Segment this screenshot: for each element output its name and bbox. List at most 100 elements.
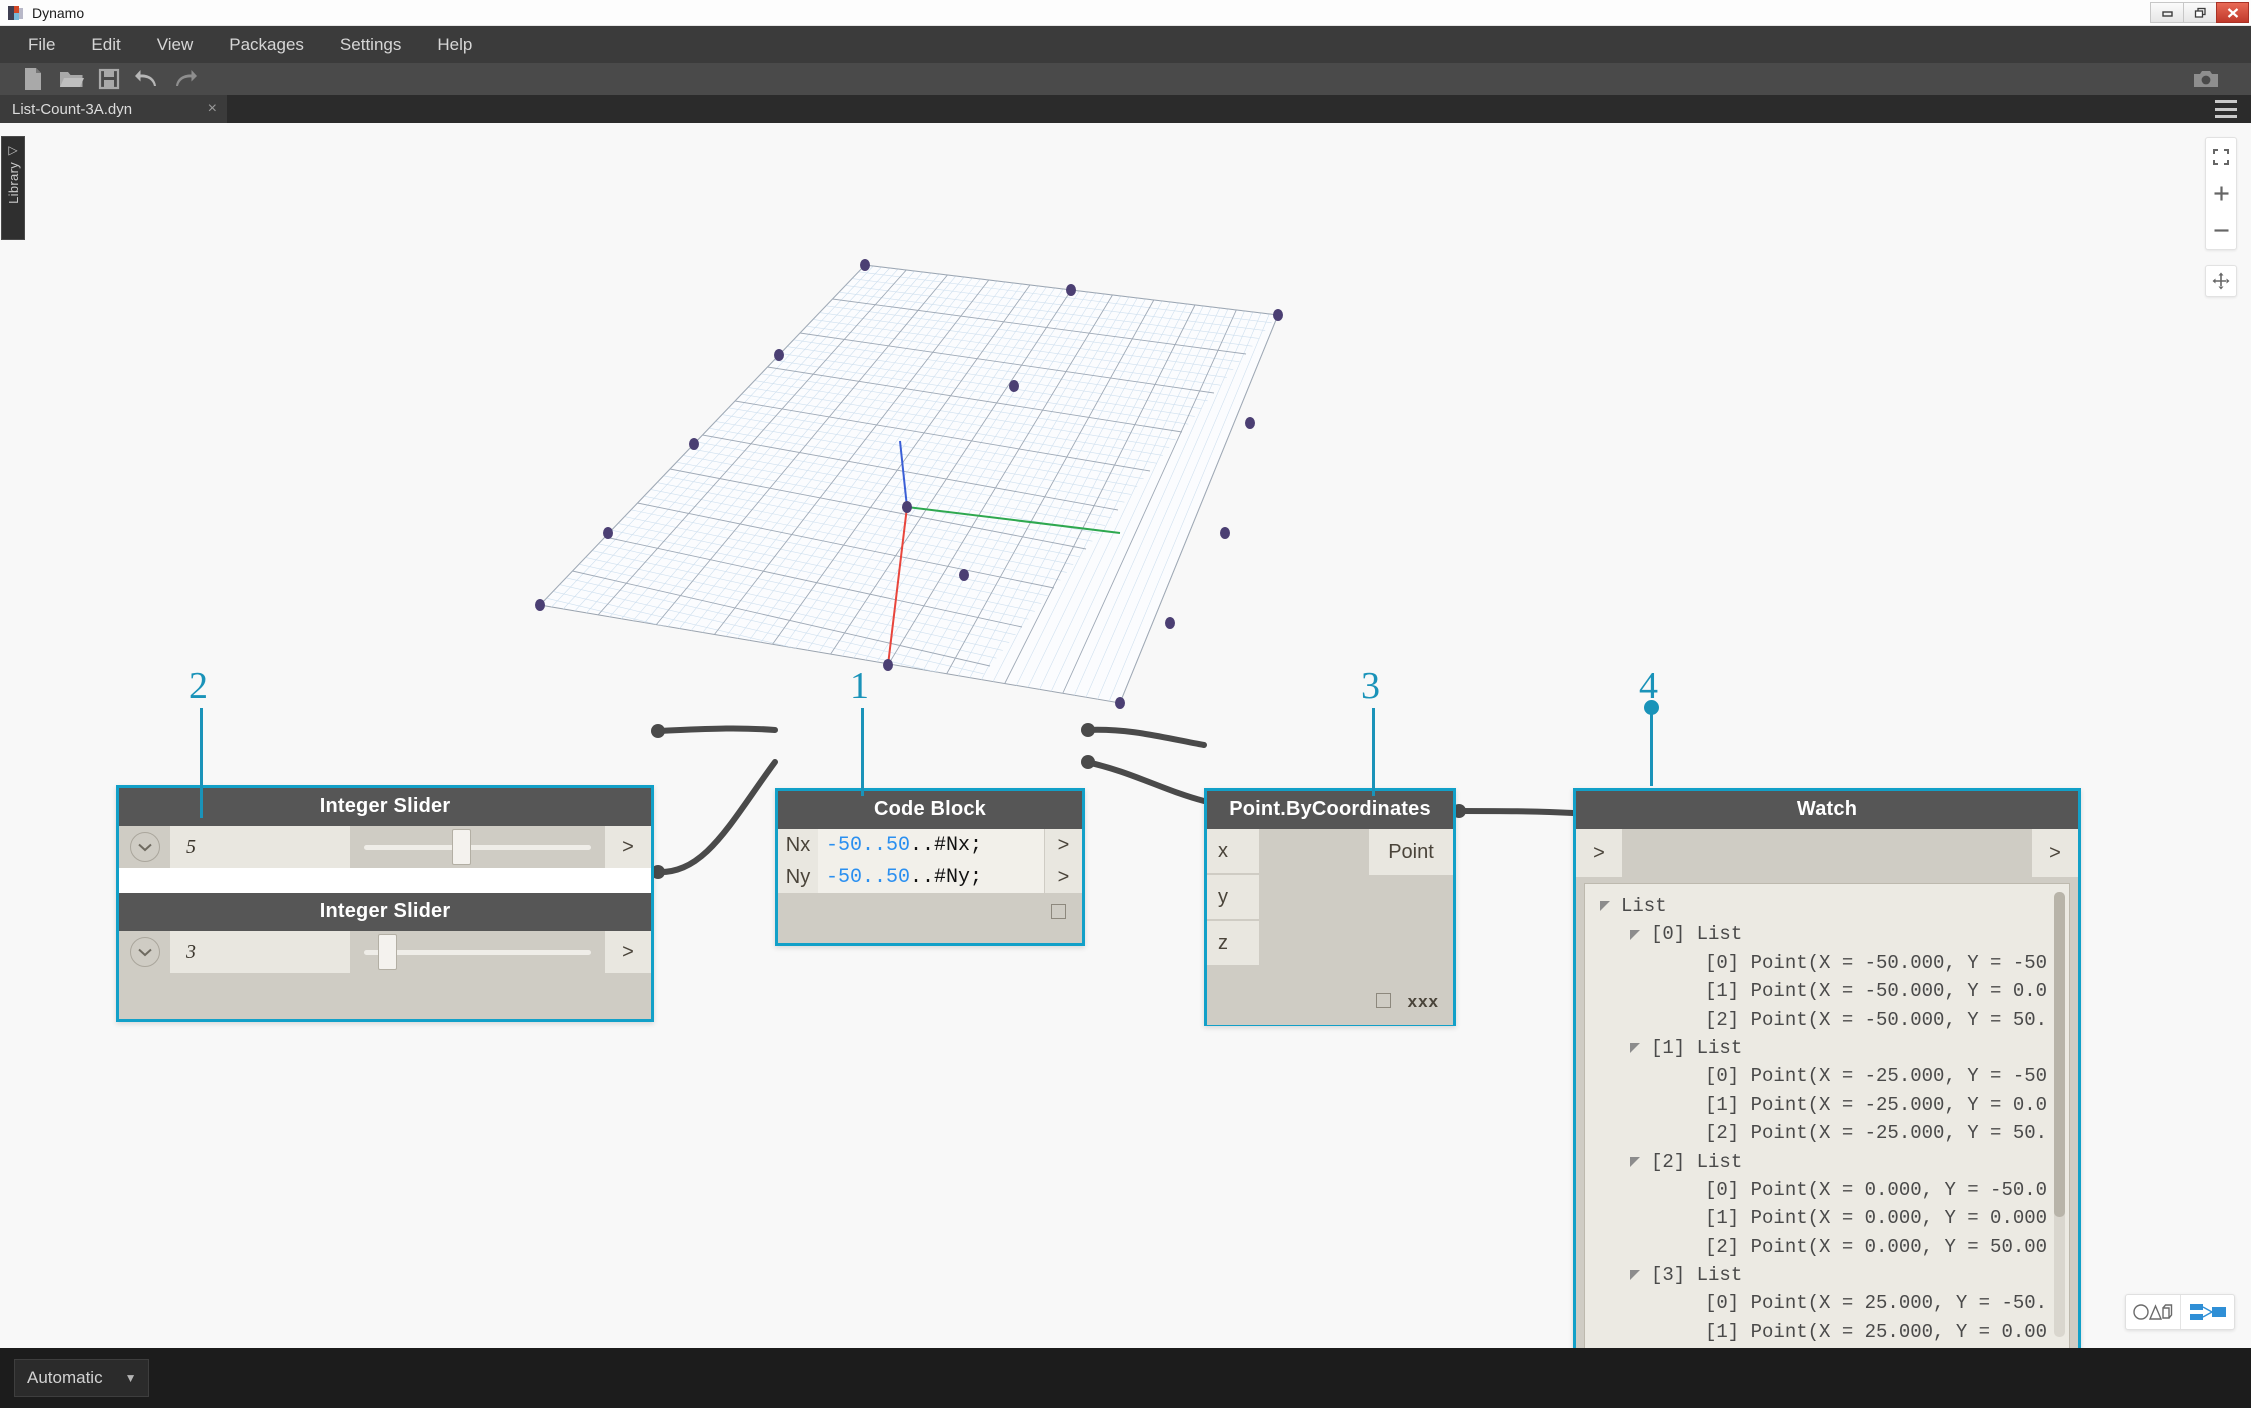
tree-collapse-arrow-icon[interactable] bbox=[1629, 928, 1643, 942]
run-mode-select[interactable]: Automatic ▼ bbox=[14, 1359, 150, 1397]
lacing-square-icon[interactable] bbox=[1051, 904, 1066, 919]
watch-ports-row: > > bbox=[1576, 829, 2078, 877]
integer-slider-1-value[interactable]: 5 bbox=[170, 826, 350, 868]
redo-icon[interactable] bbox=[166, 64, 204, 94]
code-block-output-ny[interactable]: > bbox=[1044, 861, 1082, 893]
graph-view-icon[interactable] bbox=[2180, 1295, 2234, 1329]
watch-tree-row[interactable]: [1] Point(X = -25.000, Y = 0.0 bbox=[1585, 1091, 2069, 1119]
watch-tree-row[interactable]: [2] Point(X = 0.000, Y = 50.00 bbox=[1585, 1233, 2069, 1261]
integer-slider-2-value[interactable]: 3 bbox=[170, 931, 350, 973]
watch-tree-row-label: [1] Point(X = -25.000, Y = 0.0 bbox=[1705, 1093, 2048, 1116]
menu-item-edit[interactable]: Edit bbox=[73, 31, 138, 59]
menu-item-view[interactable]: View bbox=[139, 31, 212, 59]
code-block-row-ny: Ny -50..50 ..#Ny; > bbox=[778, 861, 1082, 893]
watch-output-port[interactable]: > bbox=[2032, 829, 2078, 877]
code-block-node[interactable]: Code Block Nx -50..50 ..#Nx; > Ny -50..50… bbox=[775, 788, 1085, 946]
watch-tree-row[interactable]: [0] Point(X = 25.000, Y = -50. bbox=[1585, 1289, 2069, 1317]
integer-slider-group-node[interactable]: Integer Slider 5 > Integer Slider 3 > bbox=[116, 785, 654, 1022]
point-input-z[interactable]: z bbox=[1207, 921, 1259, 967]
zoom-in-button[interactable] bbox=[2205, 175, 2237, 212]
point-input-x[interactable]: x bbox=[1207, 829, 1259, 875]
code-block-row-nx: Nx -50..50 ..#Nx; > bbox=[778, 829, 1082, 861]
code-block-input-nx[interactable]: Nx bbox=[778, 829, 818, 861]
geometry-view-icon[interactable] bbox=[2126, 1295, 2180, 1329]
watch-result-panel[interactable]: List [0] List [0] Point(X = -50.000, Y = -… bbox=[1584, 883, 2070, 1348]
tree-collapse-arrow-icon[interactable] bbox=[1629, 1268, 1643, 1282]
code-block-footer bbox=[778, 893, 1082, 931]
watch-tree-row[interactable]: [1] Point(X = 25.000, Y = 0.00 bbox=[1585, 1318, 2069, 1346]
integer-slider-1[interactable]: Integer Slider 5 > bbox=[119, 788, 651, 868]
watch-tree-row[interactable]: [0] Point(X = 0.000, Y = -50.0 bbox=[1585, 1176, 2069, 1204]
tree-collapse-arrow-icon[interactable] bbox=[1599, 899, 1613, 913]
integer-slider-1-output-port[interactable]: > bbox=[605, 826, 651, 868]
fit-to-screen-icon[interactable] bbox=[2205, 138, 2237, 175]
open-folder-icon[interactable] bbox=[52, 64, 90, 94]
new-file-icon[interactable] bbox=[14, 64, 52, 94]
close-button[interactable] bbox=[2216, 2, 2249, 23]
hamburger-menu-icon[interactable] bbox=[2215, 100, 2237, 118]
watch-tree-row[interactable]: [3] List bbox=[1585, 1261, 2069, 1289]
tree-collapse-arrow-icon[interactable] bbox=[1629, 1041, 1643, 1055]
point-node-center: Point bbox=[1259, 829, 1453, 979]
watch-input-port[interactable]: > bbox=[1576, 829, 1622, 877]
camera-icon[interactable] bbox=[2187, 64, 2225, 94]
code-block-code-ny[interactable]: -50..50 ..#Ny; bbox=[818, 861, 1044, 893]
watch-tree-row[interactable]: [1] List bbox=[1585, 1034, 2069, 1062]
watch-title: Watch bbox=[1576, 791, 2078, 829]
code-block-output-nx[interactable]: > bbox=[1044, 829, 1082, 861]
zoom-out-button[interactable] bbox=[2205, 212, 2237, 249]
integer-slider-2[interactable]: Integer Slider 3 > bbox=[119, 893, 651, 973]
watch-tree-row[interactable]: [1] Point(X = 0.000, Y = 0.000 bbox=[1585, 1204, 2069, 1232]
pan-move-icon[interactable] bbox=[2205, 265, 2237, 297]
slider-thumb[interactable] bbox=[378, 934, 398, 970]
slider-thumb[interactable] bbox=[452, 829, 471, 865]
integer-slider-1-row: 5 > bbox=[119, 826, 651, 868]
menu-item-file[interactable]: File bbox=[10, 31, 73, 59]
watch-tree-row[interactable]: [2] List bbox=[1585, 1148, 2069, 1176]
watch-tree-row[interactable]: List bbox=[1585, 892, 2069, 920]
code-block-code-nx[interactable]: -50..50 ..#Nx; bbox=[818, 829, 1044, 861]
menu-item-packages[interactable]: Packages bbox=[211, 31, 322, 59]
minimize-button[interactable] bbox=[2150, 2, 2183, 23]
slider-group-divider bbox=[119, 868, 651, 893]
save-icon[interactable] bbox=[90, 64, 128, 94]
tab-list-count-3a[interactable]: List-Count-3A.dyn × bbox=[0, 95, 228, 123]
watch-tree[interactable]: List [0] List [0] Point(X = -50.000, Y = -… bbox=[1585, 884, 2069, 1348]
watch-tree-row[interactable]: [2] Point(X = -50.000, Y = 50. bbox=[1585, 1006, 2069, 1034]
status-bar: Automatic ▼ bbox=[0, 1348, 2251, 1408]
tree-collapse-arrow-icon[interactable] bbox=[1629, 1155, 1643, 1169]
point-by-coordinates-body: x y z Point bbox=[1207, 829, 1453, 979]
menu-item-settings[interactable]: Settings bbox=[322, 31, 419, 59]
watch-tree-row[interactable]: [0] List bbox=[1585, 920, 2069, 948]
code-block-code-nx-rest: ..#Nx; bbox=[910, 833, 983, 857]
watch-vertical-scrollbar[interactable] bbox=[2054, 892, 2065, 1337]
integer-slider-1-track[interactable] bbox=[350, 826, 605, 868]
restore-button[interactable] bbox=[2183, 2, 2216, 23]
integer-slider-1-expander[interactable] bbox=[119, 826, 170, 868]
graph-canvas[interactable]: ▷ Library Integer Slider 5 > Integer Sli… bbox=[0, 123, 2251, 1348]
watch-node[interactable]: Watch > > List [0] List [0] Point(X = -50.… bbox=[1573, 788, 2081, 1348]
code-block-input-ny[interactable]: Ny bbox=[778, 861, 818, 893]
library-panel-tab[interactable]: ▷ Library bbox=[1, 136, 25, 240]
tab-close-icon[interactable]: × bbox=[208, 100, 227, 118]
integer-slider-2-track[interactable] bbox=[350, 931, 605, 973]
point-by-coordinates-title: Point.ByCoordinates bbox=[1207, 791, 1453, 829]
lacing-square-icon[interactable] bbox=[1376, 993, 1391, 1008]
point-input-ports: x y z bbox=[1207, 829, 1259, 979]
undo-icon[interactable] bbox=[128, 64, 166, 94]
menu-item-help[interactable]: Help bbox=[419, 31, 490, 59]
point-output-port[interactable]: Point bbox=[1369, 829, 1453, 875]
integer-slider-1-title: Integer Slider bbox=[119, 788, 651, 826]
watch-tree-row[interactable]: [0] Point(X = -50.000, Y = -50 bbox=[1585, 949, 2069, 977]
integer-slider-2-output-port[interactable]: > bbox=[605, 931, 651, 973]
slider-track bbox=[364, 844, 591, 850]
point-by-coordinates-node[interactable]: Point.ByCoordinates x y z Point xxx bbox=[1204, 788, 1456, 1026]
watch-tree-row[interactable]: [0] Point(X = -25.000, Y = -50 bbox=[1585, 1062, 2069, 1090]
watch-tree-row[interactable]: [1] Point(X = -50.000, Y = 0.0 bbox=[1585, 977, 2069, 1005]
3d-viewport-preview[interactable] bbox=[520, 253, 1480, 723]
point-input-y[interactable]: y bbox=[1207, 875, 1259, 921]
integer-slider-2-expander[interactable] bbox=[119, 931, 170, 973]
watch-tree-row[interactable]: [2] Point(X = -25.000, Y = 50. bbox=[1585, 1119, 2069, 1147]
